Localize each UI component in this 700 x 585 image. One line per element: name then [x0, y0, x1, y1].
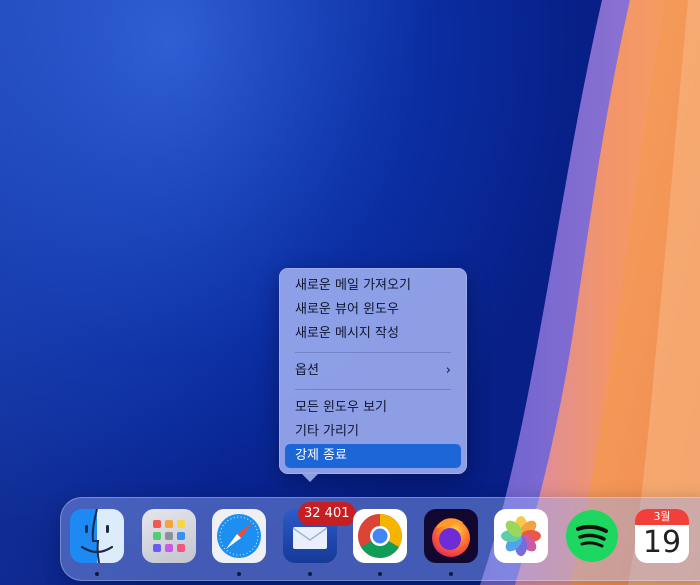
running-indicator — [449, 572, 453, 576]
spotify-icon[interactable] — [565, 509, 619, 563]
running-indicator — [308, 572, 312, 576]
menu-item-label: 옵션 — [295, 363, 319, 378]
menu-item-new-viewer-window[interactable]: 새로운 뷰어 윈도우 — [285, 298, 461, 322]
calendar-icon[interactable]: 3월 19 — [635, 509, 689, 563]
menu-item-force-quit[interactable]: 강제 종료 — [285, 444, 461, 468]
menu-item-hide-others[interactable]: 기타 가리기 — [285, 420, 461, 444]
menu-separator — [295, 352, 451, 353]
chevron-right-icon: › — [445, 363, 451, 378]
finder-icon[interactable] — [70, 509, 124, 563]
menu-item-new-message[interactable]: 새로운 메시지 작성 — [285, 322, 461, 346]
running-indicator — [378, 572, 382, 576]
menu-separator — [295, 389, 451, 390]
desktop: 새로운 메일 가져오기 새로운 뷰어 윈도우 새로운 메시지 작성 옵션 › 모… — [0, 0, 700, 585]
menu-item-label: 새로운 뷰어 윈도우 — [295, 302, 399, 317]
running-indicator — [95, 572, 99, 576]
mail-unread-badge: 32 401 — [298, 502, 356, 526]
safari-icon[interactable] — [212, 509, 266, 563]
menu-item-label: 새로운 메일 가져오기 — [295, 278, 411, 293]
menu-item-label: 강제 종료 — [295, 448, 347, 463]
photos-icon[interactable] — [494, 509, 548, 563]
dock-context-menu: 새로운 메일 가져오기 새로운 뷰어 윈도우 새로운 메시지 작성 옵션 › 모… — [279, 268, 467, 474]
menu-item-show-all-windows[interactable]: 모든 윈도우 보기 — [285, 396, 461, 420]
menu-item-label: 기타 가리기 — [295, 424, 359, 439]
calendar-month: 3월 — [635, 509, 689, 525]
launchpad-icon[interactable] — [142, 509, 196, 563]
menu-pointer — [300, 472, 320, 482]
menu-item-label: 모든 윈도우 보기 — [295, 400, 387, 415]
menu-item-label: 새로운 메시지 작성 — [295, 326, 399, 341]
calendar-day: 19 — [642, 525, 682, 560]
running-indicator — [237, 572, 241, 576]
menu-item-options[interactable]: 옵션 › — [285, 359, 461, 383]
chrome-icon[interactable] — [353, 509, 407, 563]
menu-item-get-new-mail[interactable]: 새로운 메일 가져오기 — [285, 274, 461, 298]
firefox-icon[interactable] — [424, 509, 478, 563]
